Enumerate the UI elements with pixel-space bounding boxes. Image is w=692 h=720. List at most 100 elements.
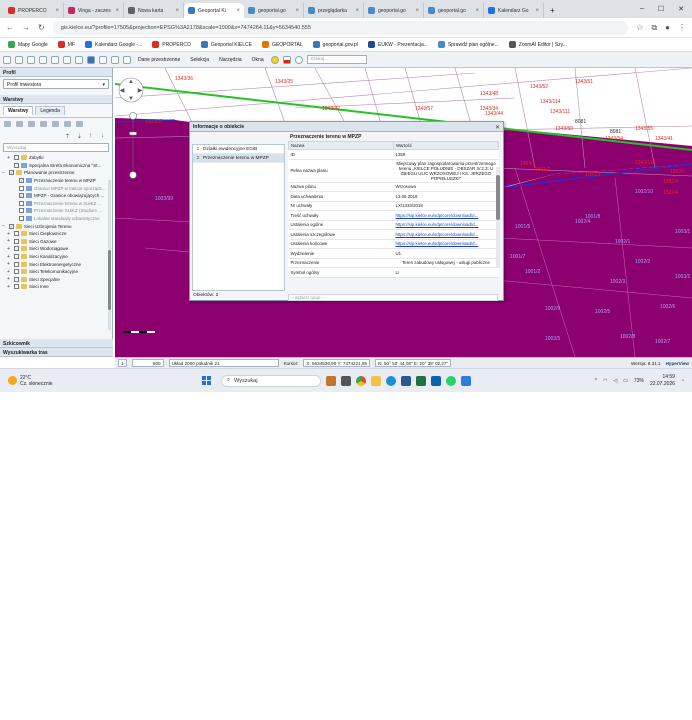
- layer-tree-item[interactable]: + Sieci Elektroenergetyczne: [2, 260, 110, 268]
- object-list-item[interactable]: 1 Działki ewidencyjne EGiB: [193, 145, 284, 154]
- layer-tree-item[interactable]: + Sieci Wodociągowe: [2, 245, 110, 253]
- layer-search-input[interactable]: Wyszukaj: [3, 143, 109, 152]
- chevron-up-icon[interactable]: ^: [595, 378, 597, 384]
- taskbar-search[interactable]: ⌕ Wyszukaj: [221, 374, 321, 387]
- szkicownik-header[interactable]: Szkicownik: [0, 339, 113, 348]
- layer-checkbox[interactable]: [14, 254, 19, 260]
- pan-left-icon[interactable]: ◀: [120, 88, 125, 94]
- folder-icon[interactable]: [16, 121, 23, 127]
- add-layer-icon[interactable]: [4, 121, 11, 127]
- dialog-close-icon[interactable]: ✕: [495, 124, 500, 131]
- layer-tree-scrollbar[interactable]: [108, 180, 111, 330]
- zoom-in-icon[interactable]: [129, 112, 137, 120]
- pan-down-icon[interactable]: ▼: [128, 96, 134, 102]
- bookmark-item[interactable]: GEOPORTAL: [262, 41, 303, 48]
- layer-checkbox[interactable]: [19, 216, 24, 222]
- browser-tab[interactable]: geoportal.go ×: [424, 3, 484, 18]
- close-icon[interactable]: ✕: [678, 5, 684, 13]
- bookmark-item[interactable]: PROPERCO: [152, 41, 191, 48]
- move-down-icon[interactable]: ⇣: [77, 133, 84, 140]
- browser-tab[interactable]: przeglądarka ×: [304, 3, 364, 18]
- star-icon[interactable]: ☆: [636, 23, 643, 32]
- layer-checkbox[interactable]: [14, 261, 19, 267]
- pan-up-icon[interactable]: ▲: [128, 79, 134, 85]
- layer-checkbox[interactable]: ✓: [9, 170, 14, 176]
- scrollbar-thumb[interactable]: [496, 175, 500, 220]
- collapse-icon[interactable]: −: [2, 170, 7, 176]
- bookmark-item[interactable]: ZoomAI Editor | Szy...: [508, 41, 567, 48]
- layer-checkbox[interactable]: [19, 185, 24, 191]
- bookmark-item[interactable]: Sprawdź plan ogólne...: [437, 41, 499, 48]
- attribute-link[interactable]: https://sip.kielce.eu/sdp/core/download/…: [396, 241, 479, 246]
- tab-close-icon[interactable]: ×: [415, 8, 419, 14]
- more-icon[interactable]: ⋮: [678, 23, 686, 32]
- app-whatsapp-icon[interactable]: [446, 375, 456, 386]
- layer-checkbox[interactable]: [14, 246, 19, 252]
- zoom-out-icon[interactable]: [129, 171, 137, 179]
- layer-tree-item[interactable]: Specjalna Strefa Ekonomiczna "St...: [2, 162, 110, 170]
- weather-widget[interactable]: 22°C Cz. słonecznie: [0, 375, 110, 387]
- windows-start-icon[interactable]: [202, 376, 211, 385]
- app-word-icon[interactable]: [401, 375, 411, 386]
- layer-tree-item[interactable]: + Zabytki: [2, 154, 110, 162]
- expand-icon[interactable]: +: [7, 276, 12, 282]
- layer-checkbox[interactable]: [14, 231, 19, 237]
- app-excel-icon[interactable]: [416, 375, 426, 386]
- move-top-icon[interactable]: ↑: [89, 133, 96, 139]
- pan-tool-icon[interactable]: [15, 55, 23, 64]
- forward-icon[interactable]: →: [22, 23, 30, 32]
- profile-select[interactable]: Profil inwestora ▾: [3, 79, 109, 89]
- layer-checkbox[interactable]: ✓: [19, 178, 24, 184]
- menu-selekcja[interactable]: Selekcja: [187, 57, 212, 63]
- layer-checkbox[interactable]: [14, 238, 19, 244]
- extensions-icon[interactable]: ⧉: [651, 23, 657, 33]
- layer-tree-item[interactable]: Lokalne standardy urbanistyczne: [2, 215, 110, 223]
- maximize-icon[interactable]: ☐: [658, 5, 664, 13]
- bookmark-item[interactable]: Mapy Google: [8, 41, 48, 48]
- layer-tree-item[interactable]: ✓ MPZP - Granice obowiązujących ...: [2, 192, 110, 200]
- toolbar-search-input[interactable]: Szukaj...: [306, 55, 367, 64]
- layer-tree-item[interactable]: + Sieci Gazowe: [2, 238, 110, 246]
- tab-close-icon[interactable]: ×: [55, 8, 59, 14]
- remove-layer-icon[interactable]: [76, 121, 83, 127]
- filter-icon[interactable]: [52, 121, 59, 127]
- expand-icon[interactable]: +: [7, 231, 12, 237]
- expand-icon[interactable]: +: [7, 269, 12, 275]
- collapse-all-icon[interactable]: [40, 121, 47, 127]
- scale-field[interactable]: 500: [131, 359, 164, 367]
- expand-all-icon[interactable]: [28, 121, 35, 127]
- new-tab-icon[interactable]: +: [544, 6, 561, 15]
- tab-close-icon[interactable]: ×: [236, 8, 240, 14]
- layer-checkbox[interactable]: [14, 276, 19, 282]
- clock[interactable]: 14:59 22.07.2026: [650, 374, 675, 388]
- attribute-link[interactable]: https://sip.kielce.eu/sdp/core/download/…: [396, 222, 479, 227]
- tab-close-icon[interactable]: ×: [535, 8, 539, 14]
- tab-close-icon[interactable]: ×: [175, 8, 179, 14]
- volume-icon[interactable]: ◁: [613, 378, 617, 384]
- export-icon[interactable]: [111, 55, 119, 64]
- browser-tab[interactable]: geoportal.go ×: [244, 3, 304, 18]
- layer-tree-item[interactable]: Granice MPZP w trakcie sporządz...: [2, 184, 110, 192]
- search-icon[interactable]: [294, 55, 303, 64]
- layer-tree-item[interactable]: ✓ Przeznaczenie terenu w MPZP: [2, 177, 110, 185]
- app-explorer-icon[interactable]: [371, 375, 381, 386]
- attribute-link[interactable]: https://sip.kielce.eu/sdp/core/download/…: [396, 213, 479, 218]
- zoom-out-tool-icon[interactable]: [39, 55, 47, 64]
- layer-checkbox[interactable]: [19, 200, 24, 206]
- back-icon[interactable]: ←: [6, 23, 14, 32]
- layer-tree-item[interactable]: + Sieci Telekomunikacyjne: [2, 268, 110, 276]
- settings-icon[interactable]: [64, 121, 71, 127]
- notifications-icon[interactable]: ◔: [681, 378, 684, 384]
- app-widgets-icon[interactable]: [326, 375, 336, 386]
- layer-checkbox[interactable]: [14, 162, 19, 168]
- layer-checkbox[interactable]: [14, 284, 19, 290]
- bookmark-item[interactable]: Kalendarz Google -...: [84, 41, 142, 48]
- tab-close-icon[interactable]: ×: [295, 8, 299, 14]
- info-tool-icon[interactable]: [87, 55, 95, 64]
- tab-warstwy[interactable]: Warstwy: [3, 106, 34, 115]
- layer-tree-item[interactable]: + Sieci Kanalizacyjne: [2, 253, 110, 261]
- marker-icon[interactable]: [270, 55, 279, 64]
- expand-icon[interactable]: +: [7, 238, 12, 244]
- dialog-header[interactable]: Informacje o obiekcie ✕: [190, 122, 503, 132]
- bookmark-item[interactable]: Geoportal KIELCE: [200, 41, 252, 48]
